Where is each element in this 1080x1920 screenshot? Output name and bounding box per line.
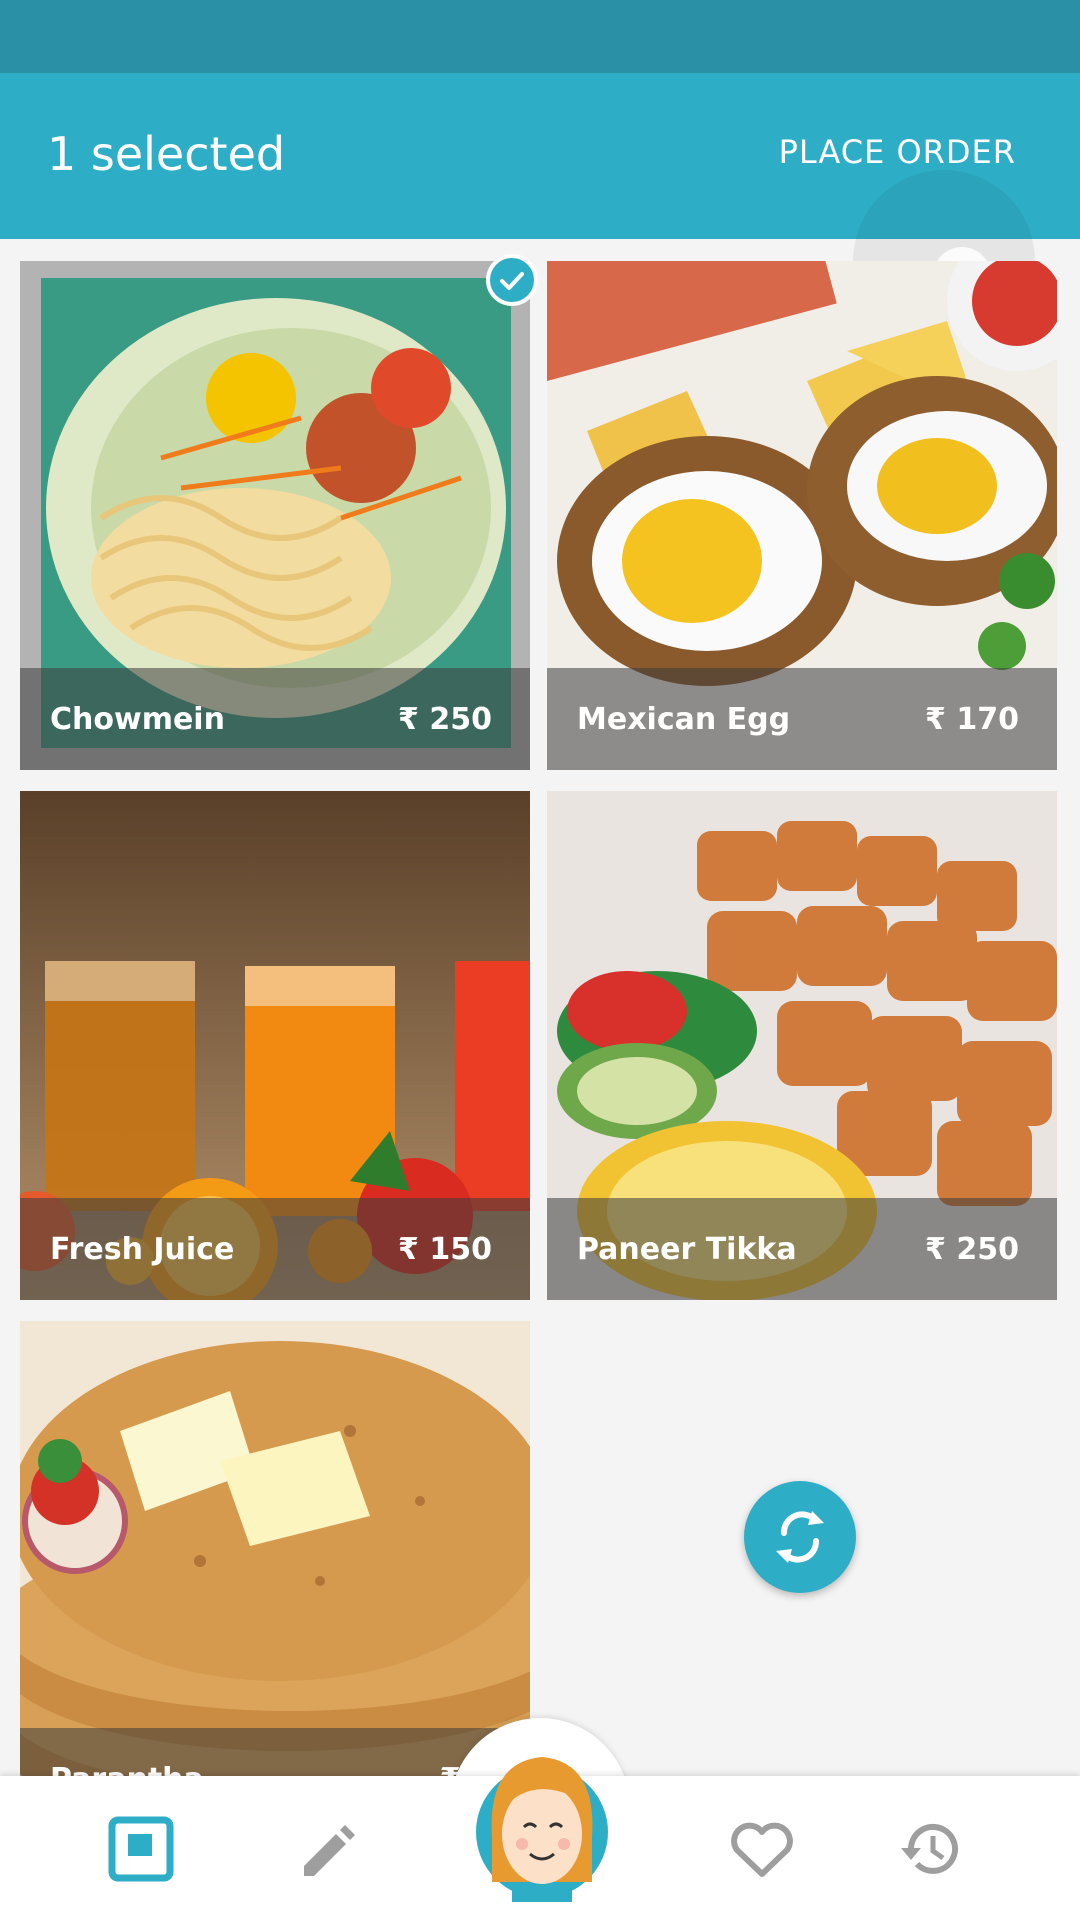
nav-favorites[interactable] — [727, 1814, 797, 1884]
food-card-paneer-tikka[interactable]: Paneer Tikka ₹ 250 — [547, 791, 1057, 1300]
nav-edit[interactable] — [292, 1814, 362, 1884]
food-price: ₹ 250 — [398, 702, 492, 737]
food-card-chowmein[interactable]: Chowmein ₹ 250 — [20, 261, 530, 770]
avatar-icon — [476, 1757, 608, 1902]
food-name: Fresh Juice — [50, 1232, 235, 1267]
status-bar — [0, 0, 1080, 73]
food-name: Mexican Egg — [577, 702, 791, 737]
food-name: Chowmein — [50, 702, 225, 737]
food-price: ₹ 170 — [925, 702, 1019, 737]
pencil-icon — [304, 1825, 355, 1876]
food-caption: Mexican Egg ₹ 170 — [547, 668, 1057, 770]
food-card-mexican-egg[interactable]: Mexican Egg ₹ 170 — [547, 261, 1057, 770]
food-caption: Paneer Tikka ₹ 250 — [547, 1198, 1057, 1300]
food-card-parantha[interactable]: Parantha ₹ 2 — [20, 1321, 530, 1830]
food-name: Paneer Tikka — [577, 1232, 797, 1267]
heart-icon — [731, 1822, 793, 1877]
refresh-button[interactable] — [744, 1481, 856, 1593]
nav-history[interactable] — [895, 1814, 965, 1884]
menu-grid-icon — [108, 1816, 174, 1882]
food-caption: Chowmein ₹ 250 — [20, 668, 530, 770]
place-order-button[interactable]: PLACE ORDER — [779, 133, 1016, 171]
app-bar: 1 selected PLACE ORDER — [0, 73, 1080, 352]
refresh-icon — [776, 1511, 824, 1563]
food-caption: Fresh Juice ₹ 150 — [20, 1198, 530, 1300]
history-icon — [901, 1823, 958, 1874]
food-price: ₹ 250 — [925, 1232, 1019, 1267]
nav-menu[interactable] — [106, 1814, 176, 1884]
profile-avatar[interactable] — [472, 1742, 612, 1902]
selection-count: 1 selected — [47, 127, 286, 181]
food-card-fresh-juice[interactable]: Fresh Juice ₹ 150 — [20, 791, 530, 1300]
food-price: ₹ 150 — [398, 1232, 492, 1267]
selected-check-icon — [486, 254, 538, 306]
